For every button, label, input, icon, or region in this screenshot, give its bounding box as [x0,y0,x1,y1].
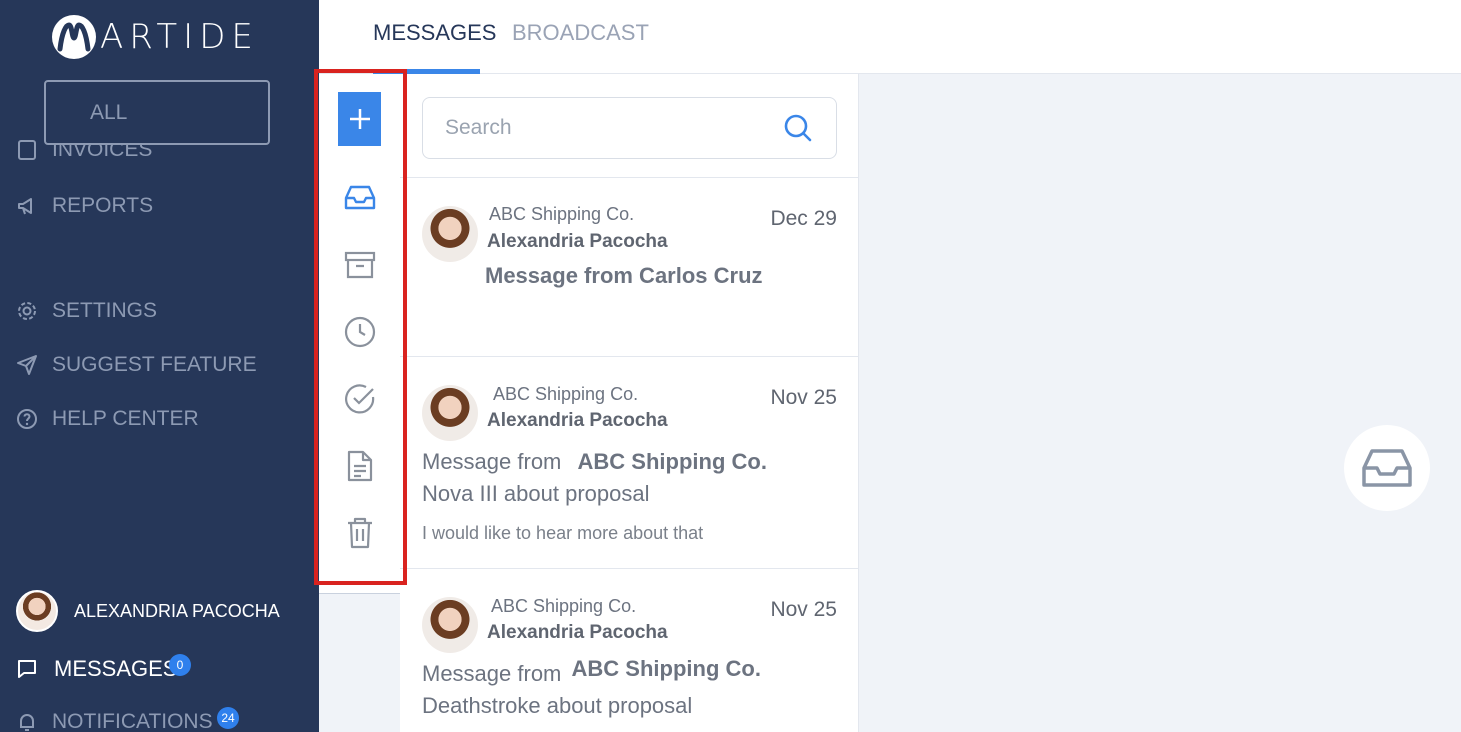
sidebar: ARTIDE INVOICES ALL REPORTS SETTINGS SUG… [0,0,319,732]
invoice-icon [18,140,36,160]
subject-prefix: Message from [422,449,562,474]
subject-prefix: Message from [422,661,562,686]
list-item[interactable]: ABC Shipping Co. Alexandria Pacocha Nov … [400,568,858,732]
avatar [16,590,58,632]
tab-messages[interactable]: MESSAGES [373,20,496,46]
logo-mark-icon [52,15,96,59]
trash-folder-button[interactable] [342,515,378,551]
message-date: Nov 25 [770,598,837,621]
sidebar-item-label: REPORTS [52,194,154,217]
inbox-folder-button[interactable] [342,180,378,216]
list-item[interactable]: ABC Shipping Co. Alexandria Pacocha Dec … [400,177,858,357]
megaphone-icon [18,198,32,215]
message-sender: Alexandria Pacocha [487,231,668,252]
notifications-count-badge: 24 [217,707,239,729]
message-subject-line2: Nova III about proposal [422,481,650,506]
list-item[interactable]: ABC Shipping Co. Alexandria Pacocha Nov … [400,356,858,568]
message-subject: Message from Carlos Cruz [485,263,763,288]
message-sender: Alexandria Pacocha [487,622,668,643]
sidebar-item-label: NOTIFICATIONS [52,710,213,732]
filter-all-button[interactable]: ALL [44,80,270,145]
avatar [422,597,478,653]
clock-icon [344,316,376,348]
drafts-folder-button[interactable] [342,448,378,484]
check-circle-icon [345,384,375,414]
archive-folder-button[interactable] [342,247,378,283]
chat-icon [18,660,36,678]
sidebar-item-suggest-feature[interactable]: SUGGEST FEATURE [16,353,257,377]
gear-icon [18,302,36,320]
send-icon [17,355,37,375]
bell-icon [20,714,34,731]
help-circle-icon [17,409,37,429]
plus-icon [349,109,370,129]
message-date: Dec 29 [770,207,837,230]
compose-button[interactable] [338,92,381,146]
sidebar-item-reports[interactable]: REPORTS [16,194,153,218]
message-list: ABC Shipping Co. Alexandria Pacocha Dec … [400,74,859,732]
brand-name: ARTIDE [100,17,259,57]
sidebar-item-label: SETTINGS [52,299,158,322]
sidebar-item-help-center[interactable]: HELP CENTER [16,407,199,431]
user-name: ALEXANDRIA PACOCHA [74,600,280,621]
message-preview: I would like to hear more about that [422,523,704,543]
messages-count-badge: 0 [169,654,191,676]
message-subject-line2: Deathstroke about proposal [422,693,693,718]
sidebar-item-messages[interactable]: MESSAGES [16,656,177,682]
archive-icon [344,251,376,279]
message-subject: Message from ABC Shipping Co. [422,446,767,478]
top-tab-bar: MESSAGES BROADCAST [319,0,1461,74]
sidebar-item-settings[interactable]: SETTINGS [16,299,157,323]
trash-icon [348,517,372,549]
user-profile[interactable]: ALEXANDRIA PACOCHA [16,590,280,632]
empty-state-badge [1344,425,1430,511]
search-input[interactable] [445,116,765,140]
message-company: ABC Shipping Co. [491,596,637,616]
message-company: ABC Shipping Co. [489,204,635,224]
message-detail-pane [859,74,1461,732]
sidebar-item-label: SUGGEST FEATURE [52,353,257,376]
search-box [422,97,837,159]
sidebar-item-notifications[interactable]: NOTIFICATIONS [16,710,213,732]
sidebar-item-label: HELP CENTER [52,407,199,430]
message-sender: Alexandria Pacocha [487,410,668,431]
document-icon [347,450,373,482]
message-company: ABC Shipping Co. [493,384,639,404]
message-date: Nov 25 [770,386,837,409]
inbox-icon [344,185,376,210]
subject-company: ABC Shipping Co. [571,656,761,681]
avatar [422,206,478,262]
inbox-icon [1362,449,1412,487]
snoozed-folder-button[interactable] [342,314,378,350]
app-logo[interactable]: ARTIDE [52,14,259,60]
search-icon[interactable] [782,112,814,144]
avatar [422,385,478,441]
tab-broadcast[interactable]: BROADCAST [512,20,649,46]
message-subject: Message from ABC Shipping Co. [422,656,761,690]
subject-company: ABC Shipping Co. [577,449,767,474]
sidebar-item-label: MESSAGES [54,656,178,681]
done-folder-button[interactable] [342,381,378,417]
